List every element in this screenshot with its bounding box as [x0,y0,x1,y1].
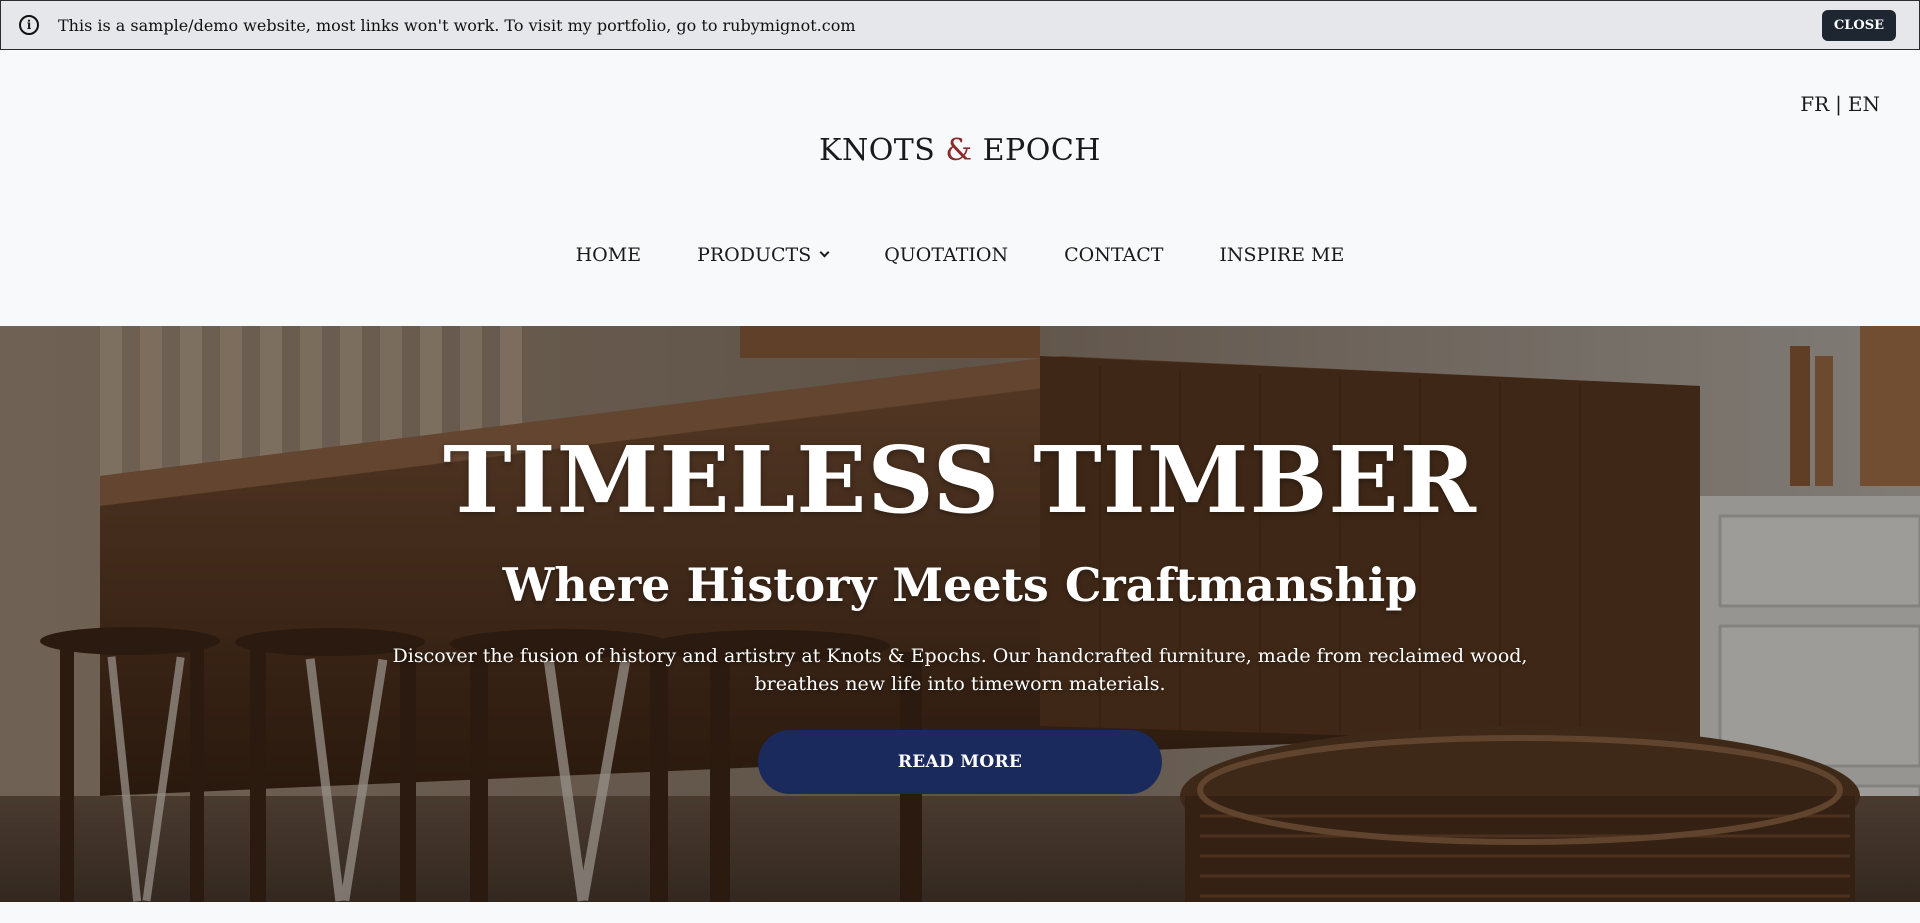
lang-fr-link[interactable]: FR [1800,92,1829,116]
logo-text-knots: KNOTS [819,133,946,168]
nav-products[interactable]: PRODUCTS [697,244,830,266]
site-logo[interactable]: KNOTS & EPOCH [0,133,1920,168]
language-switcher: FR | EN [1800,92,1880,116]
lang-en-link[interactable]: EN [1848,92,1880,116]
main-nav: HOME PRODUCTS QUOTATION CONTACT INSPIRE … [0,244,1920,266]
hero-title: TIMELESS TIMBER [443,426,1477,534]
nav-quotation[interactable]: QUOTATION [884,244,1008,266]
read-more-button[interactable]: READ MORE [758,730,1162,794]
demo-banner: i This is a sample/demo website, most li… [0,0,1920,50]
hero-overlay [0,326,1920,902]
chevron-down-icon [819,247,830,258]
nav-contact[interactable]: CONTACT [1064,244,1163,266]
nav-products-label: PRODUCTS [697,244,812,266]
nav-inspire-me[interactable]: INSPIRE ME [1219,244,1344,266]
logo-ampersand: & [945,133,973,168]
banner-text: This is a sample/demo website, most link… [58,16,856,35]
nav-home[interactable]: HOME [576,244,641,266]
close-button[interactable]: CLOSE [1821,10,1896,41]
hero-subtitle: Where History Meets Craftmanship [502,558,1418,612]
logo-text-epoch: EPOCH [972,133,1101,168]
hero-section: TIMELESS TIMBER Where History Meets Craf… [0,326,1920,902]
lang-separator: | [1835,92,1842,116]
hero-description: Discover the fusion of history and artis… [392,645,1528,695]
info-icon: i [19,15,39,35]
